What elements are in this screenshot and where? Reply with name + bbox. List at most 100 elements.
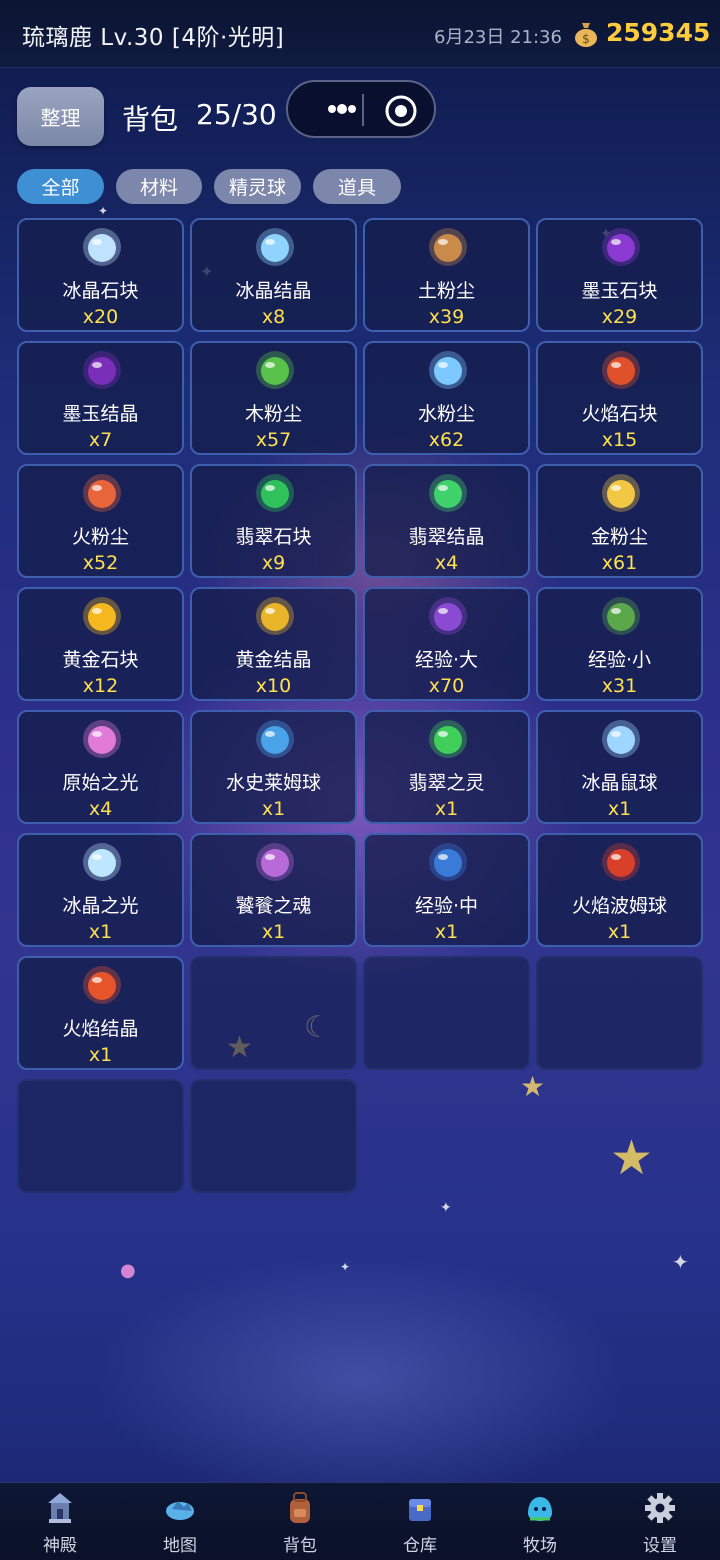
tab-spirit-balls[interactable]: 精灵球 xyxy=(214,169,301,204)
tab-materials[interactable]: 材料 xyxy=(116,169,202,204)
ice-stone-icon xyxy=(83,228,121,266)
bag-title: 背包 xyxy=(122,103,179,136)
inventory-slot[interactable]: 经验·中 x1 xyxy=(363,833,530,947)
tab-props[interactable]: 道具 xyxy=(313,169,401,204)
item-quantity: x1 xyxy=(607,798,632,820)
empty-slot[interactable] xyxy=(17,1079,184,1193)
empty-slot[interactable] xyxy=(190,1079,357,1193)
inventory-slot[interactable]: 黄金石块 x12 xyxy=(17,587,184,701)
empty-slot[interactable] xyxy=(190,956,357,1070)
item-quantity: x10 xyxy=(255,675,292,697)
inventory-slot[interactable]: 冰晶结晶 x8 xyxy=(190,218,357,332)
item-name: 墨玉结晶 xyxy=(62,403,139,425)
inventory-slot[interactable]: 翡翠之灵 x1 xyxy=(363,710,530,824)
item-name: 冰晶结晶 xyxy=(235,280,312,302)
taotie-soul-icon xyxy=(256,843,294,881)
inventory-slot[interactable]: 火焰石块 x15 xyxy=(536,341,703,455)
emerald-spirit-icon xyxy=(429,720,467,758)
nav-label: 神殿 xyxy=(43,1536,77,1556)
item-name: 饕餮之魂 xyxy=(235,895,312,917)
item-name: 火焰波姆球 xyxy=(571,895,667,917)
gear-icon xyxy=(645,1493,675,1523)
inventory-slot[interactable]: 冰晶鼠球 x1 xyxy=(536,710,703,824)
nav-backpack[interactable]: 背包 xyxy=(240,1483,360,1560)
sort-button[interactable]: 整理 xyxy=(17,87,104,146)
empty-slot[interactable] xyxy=(363,956,530,1070)
inventory-slot[interactable]: 冰晶石块 x20 xyxy=(17,218,184,332)
more-icon[interactable] xyxy=(308,94,380,124)
nav-label: 仓库 xyxy=(403,1536,437,1556)
fire-crystal-icon xyxy=(83,966,121,1004)
item-quantity: x1 xyxy=(88,921,113,943)
inventory-slot[interactable]: 火焰波姆球 x1 xyxy=(536,833,703,947)
inventory-slot[interactable]: 经验·小 x31 xyxy=(536,587,703,701)
inventory-slot[interactable]: 翡翠石块 x9 xyxy=(190,464,357,578)
top-status-bar: 琉璃鹿 Lv.30 [4阶·光明] 6月23日 21:36 $ 259345 xyxy=(0,0,720,68)
item-name: 经验·中 xyxy=(414,895,479,917)
nav-label: 背包 xyxy=(283,1536,317,1556)
nav-settings[interactable]: 设置 xyxy=(600,1483,720,1560)
nav-warehouse[interactable]: 仓库 xyxy=(360,1483,480,1560)
wood-dust-icon xyxy=(256,351,294,389)
item-name: 墨玉石块 xyxy=(581,280,658,302)
inventory-slot[interactable]: 冰晶之光 x1 xyxy=(17,833,184,947)
item-quantity: x1 xyxy=(434,798,459,820)
water-slime-ball-icon xyxy=(256,720,294,758)
item-name: 冰晶鼠球 xyxy=(581,772,658,794)
backpack-icon xyxy=(290,1492,310,1523)
fire-pom-ball-icon xyxy=(602,843,640,881)
item-name: 翡翠石块 xyxy=(235,526,312,548)
item-quantity: x61 xyxy=(601,552,638,574)
inventory-slot[interactable]: 原始之光 x4 xyxy=(17,710,184,824)
item-quantity: x4 xyxy=(88,798,113,820)
item-name: 黄金结晶 xyxy=(235,649,312,671)
inventory-slot[interactable]: 翡翠结晶 x4 xyxy=(363,464,530,578)
inventory-slot[interactable]: 火焰结晶 x1 xyxy=(17,956,184,1070)
item-quantity: x39 xyxy=(428,306,465,328)
item-quantity: x52 xyxy=(82,552,119,574)
bottom-nav: 神殿 地图 背包 仓库 牧场 设置 xyxy=(0,1482,720,1560)
item-name: 原始之光 xyxy=(62,772,139,794)
item-name: 冰晶石块 xyxy=(62,280,139,302)
nav-map[interactable]: 地图 xyxy=(120,1483,240,1560)
item-name: 土粉尘 xyxy=(417,280,475,302)
miniprogram-capsule xyxy=(286,80,436,138)
inventory-slot[interactable]: 火粉尘 x52 xyxy=(17,464,184,578)
nav-label: 设置 xyxy=(643,1536,677,1556)
close-target-icon[interactable] xyxy=(384,94,418,128)
nav-temple[interactable]: 神殿 xyxy=(0,1483,120,1560)
item-name: 火粉尘 xyxy=(71,526,129,548)
nav-ranch[interactable]: 牧场 xyxy=(480,1483,600,1560)
money-bag-icon: $ xyxy=(575,23,597,47)
nav-label: 牧场 xyxy=(523,1536,557,1556)
inventory-slot[interactable]: 黄金结晶 x10 xyxy=(190,587,357,701)
item-quantity: x20 xyxy=(82,306,119,328)
inventory-slot[interactable]: 木粉尘 x57 xyxy=(190,341,357,455)
inventory-slot[interactable]: 墨玉石块 x29 xyxy=(536,218,703,332)
item-quantity: x1 xyxy=(261,921,286,943)
gold-crystal-icon xyxy=(256,597,294,635)
item-name: 金粉尘 xyxy=(590,526,648,548)
tab-all[interactable]: 全部 xyxy=(17,169,104,204)
item-quantity: x62 xyxy=(428,429,465,451)
inventory-slot[interactable]: 金粉尘 x61 xyxy=(536,464,703,578)
ice-light-icon xyxy=(83,843,121,881)
item-quantity: x70 xyxy=(428,675,465,697)
inventory-slot[interactable]: 水粉尘 x62 xyxy=(363,341,530,455)
item-quantity: x57 xyxy=(255,429,292,451)
ice-crystal-icon xyxy=(256,228,294,266)
ice-mouse-ball-icon xyxy=(602,720,640,758)
item-quantity: x29 xyxy=(601,306,638,328)
inventory-slot[interactable]: 经验·大 x70 xyxy=(363,587,530,701)
inventory-slot[interactable]: 水史莱姆球 x1 xyxy=(190,710,357,824)
temple-icon xyxy=(48,1493,72,1523)
inventory-slot[interactable]: 饕餮之魂 x1 xyxy=(190,833,357,947)
item-quantity: x8 xyxy=(261,306,286,328)
coin-count: 259345 xyxy=(606,18,711,47)
inventory-slot[interactable]: 墨玉结晶 x7 xyxy=(17,341,184,455)
empty-slot[interactable] xyxy=(536,956,703,1070)
capsule-divider xyxy=(362,94,364,126)
item-quantity: x1 xyxy=(434,921,459,943)
inventory-slot[interactable]: 土粉尘 x39 xyxy=(363,218,530,332)
item-quantity: x15 xyxy=(601,429,638,451)
